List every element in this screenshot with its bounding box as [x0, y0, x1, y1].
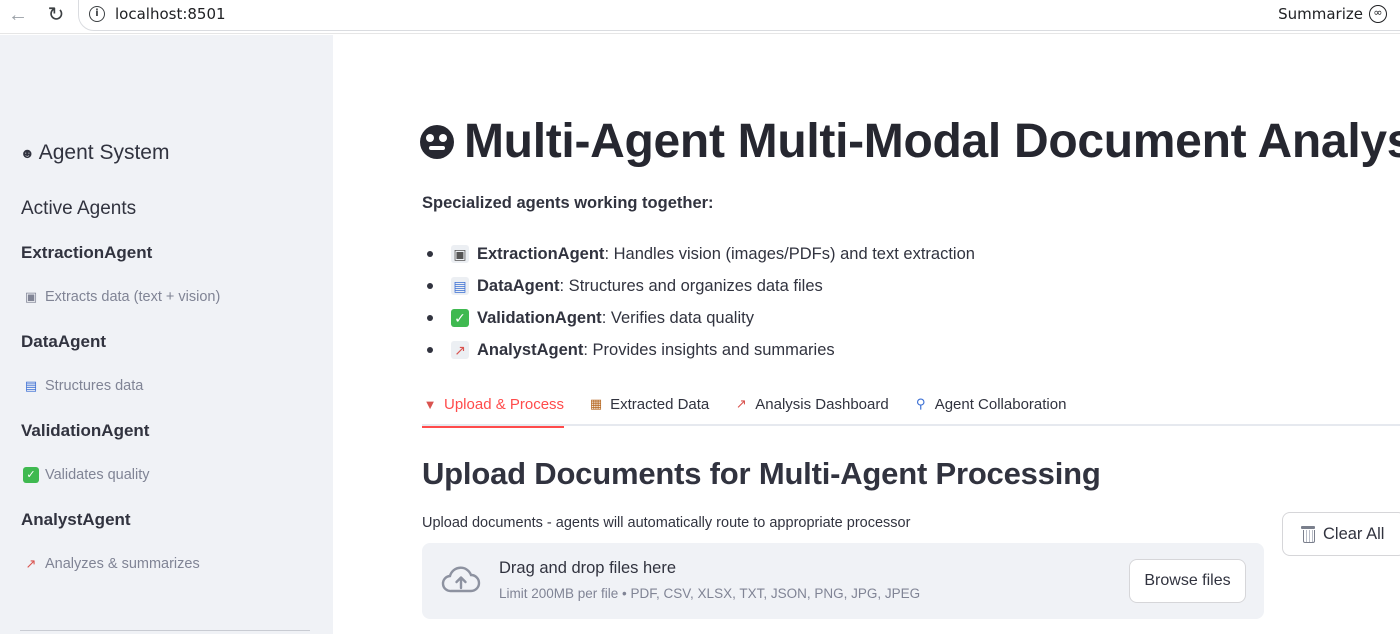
- upload-label: Upload documents - agents will automatic…: [422, 515, 911, 531]
- bar-chart-icon: ▤: [24, 378, 38, 393]
- url-text[interactable]: localhost:8501: [115, 5, 226, 23]
- info-icon[interactable]: i: [89, 6, 105, 22]
- list-item-agent: DataAgent: [477, 276, 560, 295]
- trash-icon: [1299, 525, 1317, 543]
- list-item: ✓ ValidationAgent : Verifies data qualit…: [422, 302, 975, 334]
- clear-all-label: Clear All: [1323, 524, 1385, 543]
- page-title-text: Multi-Agent Multi-Modal Document Analysi…: [464, 115, 1400, 168]
- clipboard-icon: ▦: [589, 396, 603, 411]
- back-arrow-icon[interactable]: ←: [6, 4, 30, 28]
- robot-icon: ☻: [20, 145, 35, 161]
- tab-agent-collaboration[interactable]: ⚲ Agent Collaboration: [913, 382, 1067, 426]
- magnifier-icon: ⚲: [915, 396, 926, 411]
- list-item-text: : Structures and organizes data files: [559, 276, 823, 295]
- tab-analysis-dashboard[interactable]: ↗ Analysis Dashboard: [733, 382, 889, 426]
- sidebar-agent-name-extraction: ExtractionAgent: [21, 243, 153, 262]
- list-item-text: : Provides insights and summaries: [583, 340, 835, 359]
- reload-icon[interactable]: ↻: [44, 4, 68, 28]
- sidebar-agent-desc-analyst: ↗ Analyzes & summarizes: [23, 556, 200, 572]
- cloud-upload-icon: [441, 566, 481, 593]
- sidebar-agent-desc-text: Extracts data (text + vision): [45, 289, 221, 305]
- list-item: ↗ AnalystAgent : Provides insights and s…: [422, 334, 975, 366]
- sidebar-agent-desc-validation: ✓ Validates quality: [23, 467, 150, 483]
- list-item-agent: ValidationAgent: [477, 308, 602, 327]
- list-item: ▤ DataAgent : Structures and organizes d…: [422, 270, 975, 302]
- section-title: Upload Documents for Multi-Agent Process…: [422, 456, 1101, 491]
- list-item-agent: AnalystAgent: [477, 340, 584, 359]
- file-dropzone[interactable]: Drag and drop files here Limit 200MB per…: [422, 543, 1264, 619]
- sidebar-agent-desc-text: Analyzes & summarizes: [45, 556, 200, 572]
- robot-icon: [420, 124, 454, 159]
- sidebar-agent-name-validation: ValidationAgent: [21, 421, 150, 440]
- address-bar[interactable]: i localhost:8501 Summarize ∞: [78, 0, 1400, 31]
- tab-label: Agent Collaboration: [934, 395, 1067, 413]
- list-item: ▣ ExtractionAgent : Handles vision (imag…: [422, 238, 975, 270]
- trend-chart-icon: ↗: [25, 556, 37, 571]
- bullet-dot: [427, 315, 433, 321]
- intro-text: Specialized agents working together:: [422, 194, 714, 212]
- page-title: Multi-Agent Multi-Modal Document Analysi…: [420, 114, 1400, 169]
- dropzone-limit-text: Limit 200MB per file • PDF, CSV, XLSX, T…: [499, 586, 921, 601]
- tab-label: Upload & Process: [444, 395, 565, 413]
- bullet-dot: [427, 283, 433, 289]
- tab-extracted-data[interactable]: ▦ Extracted Data: [588, 382, 709, 426]
- trend-chart-icon: ↗: [735, 396, 747, 411]
- sidebar-agent-name-data: DataAgent: [21, 332, 107, 351]
- bullet-dot: [427, 251, 433, 257]
- check-icon: ✓: [451, 309, 469, 327]
- sidebar: ☻ Agent System Active Agents ExtractionA…: [0, 35, 333, 634]
- trend-chart-icon: ↗: [451, 341, 469, 359]
- browse-files-button[interactable]: Browse files: [1129, 559, 1246, 603]
- sidebar-title: ☻ Agent System: [20, 141, 169, 165]
- sidebar-agent-name-analyst: AnalystAgent: [21, 510, 131, 529]
- bar-chart-icon: ▤: [451, 277, 469, 295]
- summarize-label: Summarize: [1278, 5, 1363, 23]
- dropzone-main-text: Drag and drop files here: [499, 559, 677, 577]
- clear-all-button[interactable]: Clear All: [1282, 512, 1400, 556]
- list-item-text: : Verifies data quality: [601, 308, 754, 327]
- summarize-button[interactable]: Summarize ∞: [1278, 5, 1387, 23]
- tab-label: Extracted Data: [610, 395, 710, 413]
- agent-list: ▣ ExtractionAgent : Handles vision (imag…: [422, 238, 975, 366]
- check-icon: ✓: [23, 467, 39, 483]
- browser-toolbar: ← ↻ i localhost:8501 Summarize ∞: [0, 0, 1400, 34]
- inbox-tray-icon: ▼: [423, 396, 437, 412]
- camera-icon: ▣: [451, 245, 469, 263]
- sidebar-divider: [20, 630, 310, 631]
- tab-upload-process[interactable]: ▼ Upload & Process: [422, 382, 565, 428]
- sidebar-agent-desc-text: Validates quality: [45, 467, 150, 483]
- summarize-icon: ∞: [1369, 5, 1387, 23]
- sidebar-title-text: Agent System: [38, 141, 170, 164]
- sidebar-agent-desc-text: Structures data: [45, 378, 144, 394]
- tab-bar: ▼ Upload & Process ▦ Extracted Data ↗ An…: [422, 382, 1400, 428]
- camera-icon: ▣: [24, 289, 38, 304]
- tab-label: Analysis Dashboard: [755, 395, 889, 413]
- sidebar-agent-desc-data: ▤ Structures data: [23, 378, 143, 394]
- bullet-dot: [427, 347, 433, 353]
- list-item-agent: ExtractionAgent: [477, 244, 605, 263]
- active-agents-heading: Active Agents: [21, 198, 137, 219]
- sidebar-agent-desc-extraction: ▣ Extracts data (text + vision): [23, 289, 220, 305]
- list-item-text: : Handles vision (images/PDFs) and text …: [604, 244, 975, 263]
